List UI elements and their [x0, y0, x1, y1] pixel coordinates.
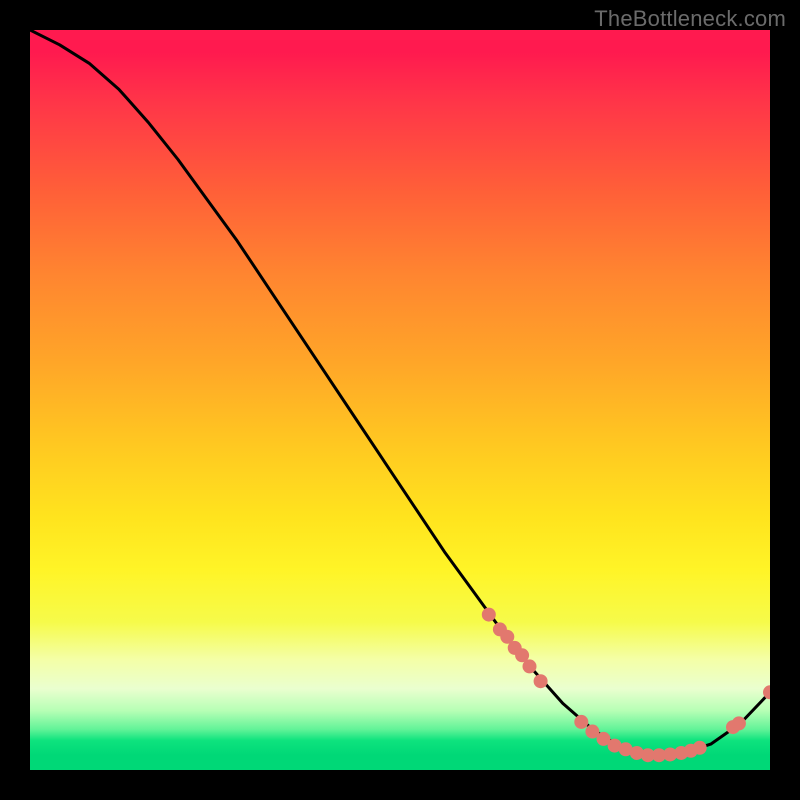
data-dot: [534, 674, 548, 688]
data-dot: [732, 716, 746, 730]
data-dot: [574, 715, 588, 729]
data-dot: [693, 741, 707, 755]
data-dot: [523, 659, 537, 673]
curve-layer: [30, 30, 770, 770]
main-curve: [30, 30, 770, 755]
chart-frame: TheBottleneck.com: [0, 0, 800, 800]
watermark-text: TheBottleneck.com: [594, 6, 786, 32]
data-dots: [482, 608, 770, 763]
plot-area: [30, 30, 770, 770]
data-dot: [482, 608, 496, 622]
